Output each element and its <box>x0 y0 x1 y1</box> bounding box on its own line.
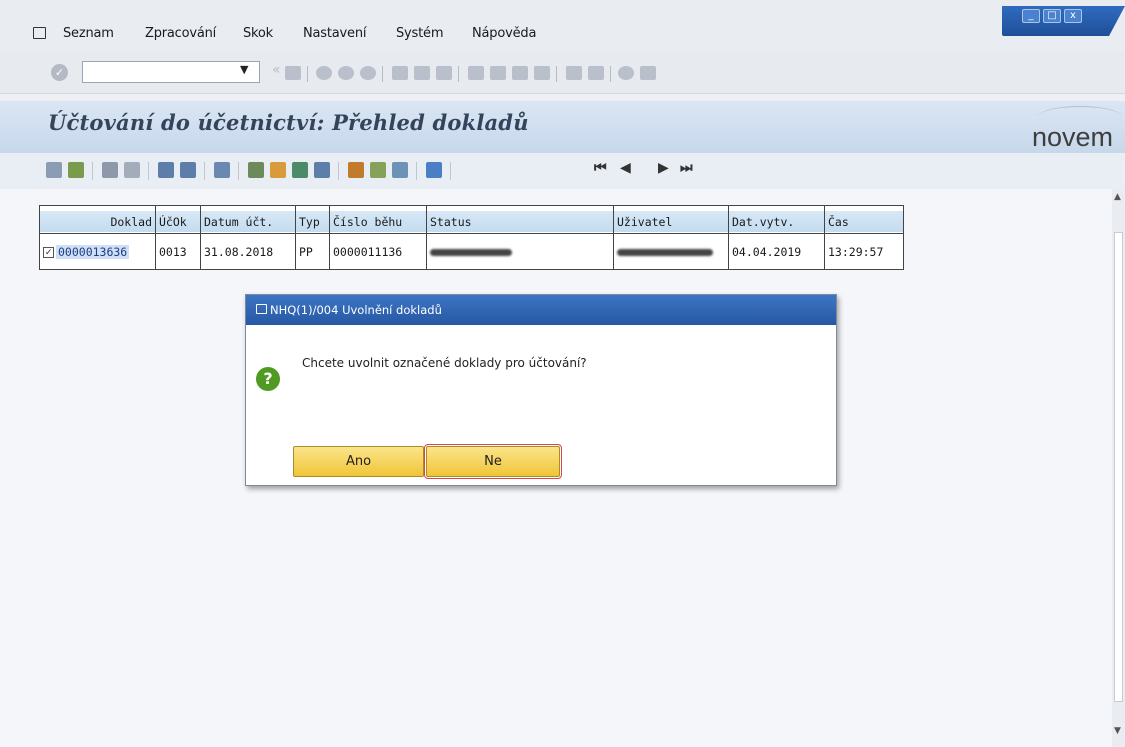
double-chevron-icon: « <box>272 62 281 78</box>
no-button[interactable]: Ne <box>424 444 562 479</box>
toolbar-separator <box>238 162 239 180</box>
menu-zpracovani[interactable]: Zpracování <box>145 26 216 41</box>
layout-menu-icon[interactable] <box>640 66 656 80</box>
redacted-user <box>617 248 713 256</box>
menu-system[interactable]: Systém <box>396 26 443 41</box>
maximize-button[interactable]: □ <box>1043 9 1061 23</box>
cislo-behu-cell: 0000011136 <box>329 233 427 270</box>
datum-uct-cell: 31.08.2018 <box>200 233 296 270</box>
column-header[interactable]: Doklad <box>39 205 156 234</box>
ucok-cell: 0013 <box>155 233 201 270</box>
column-header[interactable]: Status <box>426 205 614 234</box>
yes-button[interactable]: Ano <box>293 446 424 477</box>
shortcut-icon[interactable] <box>588 66 604 80</box>
redacted-status <box>430 248 512 256</box>
typ-cell: PP <box>295 233 330 270</box>
menu-napoveda[interactable]: Nápověda <box>472 26 536 41</box>
column-header[interactable]: Datum účt. <box>200 205 296 234</box>
doklad-cell[interactable]: 0000013636 <box>56 244 130 259</box>
sum-icon[interactable] <box>248 162 264 178</box>
details-icon[interactable] <box>102 162 118 178</box>
documents-table: Doklad ÚčOk Datum účt. Typ Číslo běhu St… <box>39 205 904 270</box>
scroll-up-icon[interactable]: ▲ <box>1114 192 1121 202</box>
info-icon[interactable] <box>426 162 442 178</box>
menu-nastaveni[interactable]: Nastavení <box>303 26 366 41</box>
first-record-icon[interactable]: ⏮ <box>594 160 607 176</box>
previous-page-icon[interactable] <box>490 66 506 80</box>
save-icon[interactable] <box>285 66 301 80</box>
row-selection-cell[interactable]: ✓ 0000013636 <box>39 233 156 270</box>
toolbar-separator <box>204 162 205 180</box>
window-icon <box>256 304 267 314</box>
column-header[interactable]: Čas <box>824 205 904 234</box>
column-header[interactable]: Uživatel <box>613 205 729 234</box>
dialog-title: NHQ(1)/004 Uvolnění dokladů <box>270 303 442 317</box>
display-icon[interactable] <box>46 162 62 178</box>
select-icon[interactable] <box>124 162 140 178</box>
print-icon[interactable] <box>392 66 408 80</box>
toolbar-separator <box>148 162 149 180</box>
find-icon[interactable] <box>414 66 430 80</box>
menu-seznam[interactable]: Seznam <box>63 26 114 41</box>
column-header[interactable]: ÚčOk <box>155 205 201 234</box>
toolbar-separator <box>416 162 417 180</box>
last-page-icon[interactable] <box>534 66 550 80</box>
dialog-message: Chcete uvolnit označené doklady pro účto… <box>302 356 587 370</box>
send-icon[interactable] <box>314 162 330 178</box>
column-header[interactable]: Typ <box>295 205 330 234</box>
command-field[interactable] <box>82 61 260 83</box>
page-title: Účtování do účetnictví: Přehled dokladů <box>48 110 529 135</box>
uzivatel-cell <box>613 233 729 270</box>
filter-icon[interactable] <box>214 162 230 178</box>
enter-icon[interactable]: ✓ <box>51 64 68 81</box>
help-icon[interactable] <box>618 66 634 80</box>
toolbar-separator <box>338 162 339 180</box>
exit-icon[interactable] <box>338 66 354 80</box>
toolbar-separator <box>382 66 383 82</box>
minimize-button[interactable]: _ <box>1022 9 1040 23</box>
scroll-down-icon[interactable]: ▼ <box>1114 726 1121 736</box>
command-dropdown-icon[interactable]: ▼ <box>240 63 248 76</box>
new-session-icon[interactable] <box>566 66 582 80</box>
table-header-row: Doklad ÚčOk Datum účt. Typ Číslo běhu St… <box>39 205 904 234</box>
toolbar-separator <box>610 66 611 82</box>
first-page-icon[interactable] <box>468 66 484 80</box>
sort-ascending-icon[interactable] <box>158 162 174 178</box>
menu-skok[interactable]: Skok <box>243 26 273 41</box>
question-icon: ? <box>256 367 280 391</box>
toolbar-separator <box>450 162 451 180</box>
column-header[interactable]: Dat.vytv. <box>728 205 825 234</box>
export-icon[interactable] <box>292 162 308 178</box>
toolbar-separator <box>458 66 459 82</box>
novem-logo: novem <box>1032 122 1114 152</box>
dat-vytv-cell: 04.04.2019 <box>728 233 825 270</box>
find-next-icon[interactable] <box>436 66 452 80</box>
back-icon[interactable] <box>316 66 332 80</box>
toolbar-separator <box>92 162 93 180</box>
close-button[interactable]: x <box>1064 9 1082 23</box>
next-record-icon[interactable]: ▶ <box>658 160 669 176</box>
status-cell <box>426 233 614 270</box>
column-header[interactable]: Číslo běhu <box>329 205 427 234</box>
last-record-icon[interactable]: ⏭ <box>680 160 693 176</box>
previous-record-icon[interactable]: ◀ <box>620 160 631 176</box>
scrollbar-track[interactable] <box>1114 232 1123 702</box>
cas-cell: 13:29:57 <box>824 233 904 270</box>
toolbar-separator <box>307 66 308 82</box>
subtotal-icon[interactable] <box>270 162 286 178</box>
save-layout-icon[interactable] <box>392 162 408 178</box>
menu-exit-icon[interactable] <box>33 27 46 39</box>
cancel-icon[interactable] <box>360 66 376 80</box>
change-layout-icon[interactable] <box>370 162 386 178</box>
change-icon[interactable] <box>68 162 84 178</box>
toolbar-separator <box>556 66 557 82</box>
layout-icon[interactable] <box>348 162 364 178</box>
next-page-icon[interactable] <box>512 66 528 80</box>
table-row[interactable]: ✓ 0000013636 0013 31.08.2018 PP 000001113… <box>39 233 904 270</box>
sort-descending-icon[interactable] <box>180 162 196 178</box>
row-checkbox[interactable]: ✓ <box>43 246 54 258</box>
